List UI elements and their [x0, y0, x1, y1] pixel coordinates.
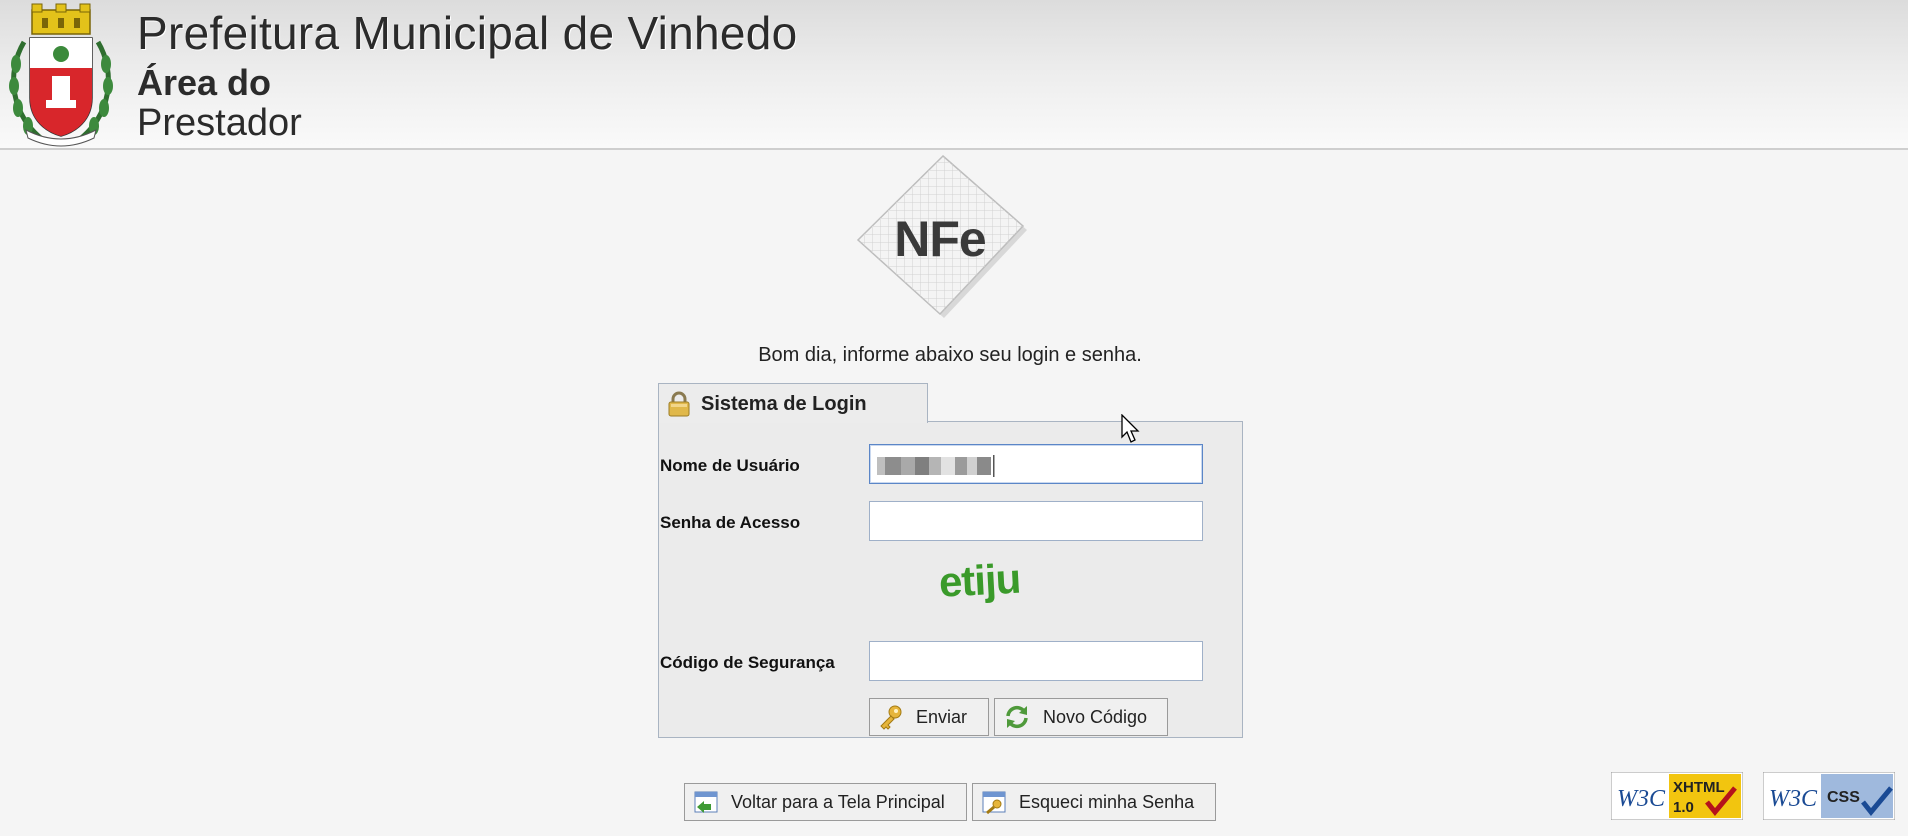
- area-title-line2: Prestador: [137, 102, 302, 144]
- username-label: Nome de Usuário: [660, 456, 800, 475]
- captcha-text: etiju: [938, 555, 1022, 606]
- w3c-xhtml-badge-w3c: W3C: [1617, 786, 1666, 812]
- password-input[interactable]: [869, 501, 1203, 541]
- area-title-line1: Área do: [137, 62, 272, 103]
- nfe-logo-text: NFe: [894, 211, 986, 267]
- w3c-css-badge-w3c: W3C: [1769, 786, 1818, 812]
- refresh-icon: [1006, 705, 1028, 729]
- w3c-xhtml-badge[interactable]: W3C XHTML 1.0: [1611, 772, 1743, 820]
- mouse-cursor-icon: [1121, 414, 1140, 443]
- password-label: Senha de Acesso: [660, 513, 801, 532]
- back-to-main-label: Voltar para a Tela Principal: [731, 791, 945, 812]
- lock-icon: [668, 391, 690, 417]
- submit-button[interactable]: Enviar: [869, 698, 989, 736]
- site-header: Prefeitura Municipal de Vinhedo Área do …: [0, 0, 1908, 150]
- new-code-button-label: Novo Código: [1043, 706, 1148, 727]
- forgot-password-icon: [982, 791, 1006, 815]
- greeting-text: Bom dia, informe abaixo seu login e senh…: [758, 344, 1142, 366]
- security-code-input[interactable]: [869, 641, 1203, 681]
- login-panel: Nome de Usuário Senha de Acesso etiju Có…: [658, 421, 1243, 738]
- site-title: Prefeitura Municipal de Vinhedo: [137, 7, 798, 59]
- forgot-password-button[interactable]: Esqueci minha Senha: [972, 783, 1216, 821]
- submit-button-label: Enviar: [916, 706, 968, 727]
- back-to-main-button[interactable]: Voltar para a Tela Principal: [684, 783, 967, 821]
- key-icon: [880, 705, 902, 730]
- city-crest-logo: [9, 3, 113, 147]
- login-tab: Sistema de Login: [658, 383, 928, 423]
- w3c-xhtml-badge-line1: XHTML: [1673, 779, 1725, 796]
- login-title: Sistema de Login: [701, 393, 867, 415]
- username-redacted-value: [877, 455, 995, 477]
- w3c-css-badge[interactable]: W3C CSS: [1763, 772, 1895, 820]
- forgot-password-label: Esqueci minha Senha: [1019, 791, 1195, 812]
- new-code-button[interactable]: Novo Código: [994, 698, 1168, 736]
- back-window-icon: [694, 791, 718, 813]
- security-code-label: Código de Segurança: [660, 653, 835, 672]
- nfe-logo: NFe: [856, 154, 1027, 318]
- w3c-css-badge-label: CSS: [1827, 789, 1860, 806]
- w3c-xhtml-badge-line2: 1.0: [1673, 799, 1694, 816]
- captcha-image: etiju: [938, 555, 1022, 606]
